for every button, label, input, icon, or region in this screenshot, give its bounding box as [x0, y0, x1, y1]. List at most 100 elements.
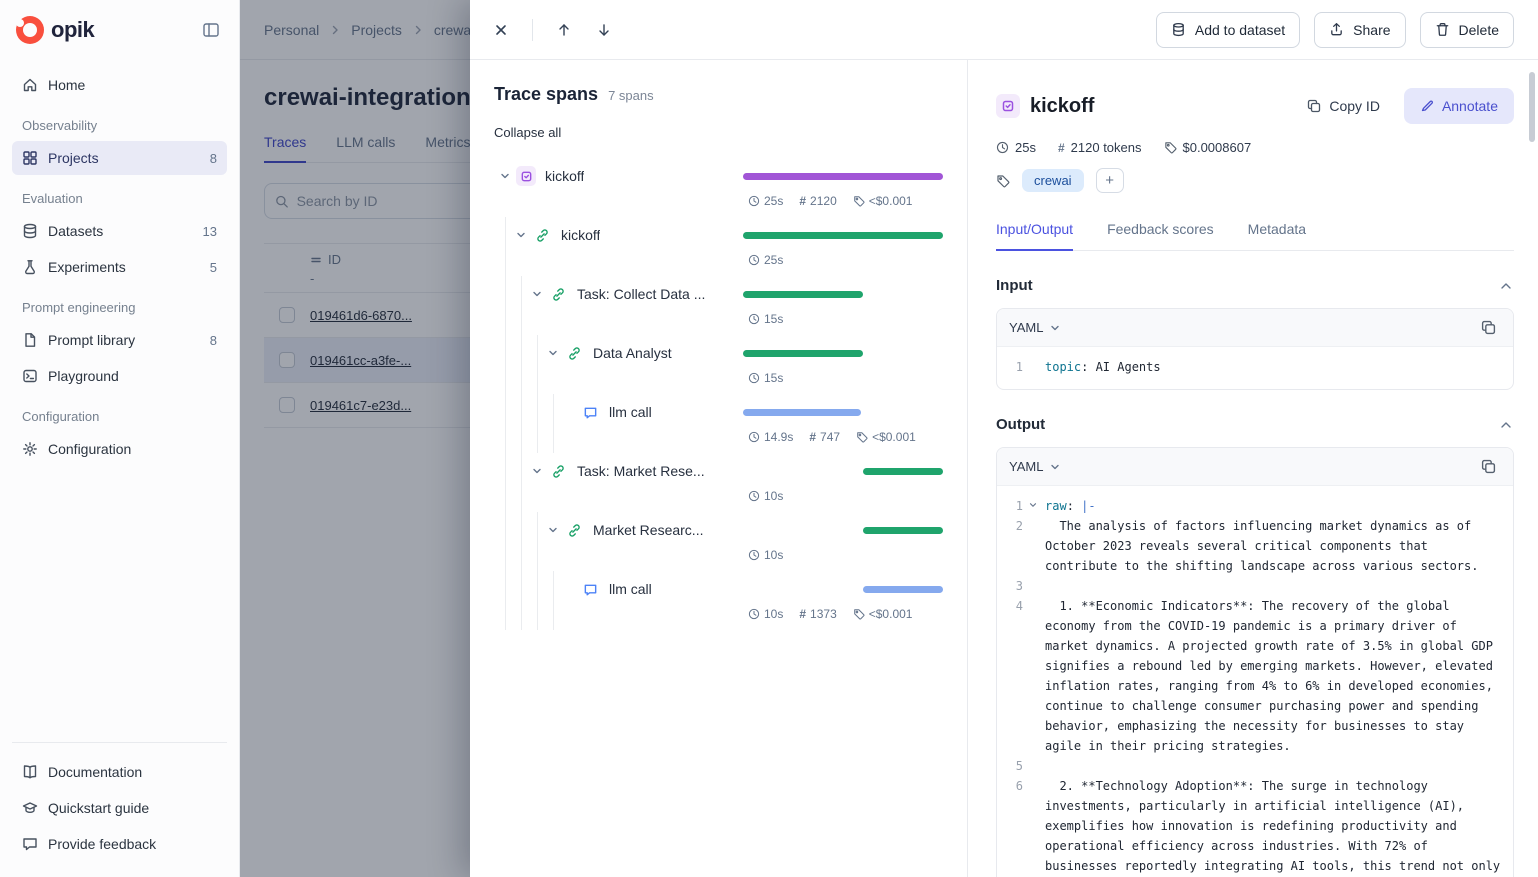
span-metric-hash: #2120 — [799, 194, 836, 208]
chevron-down-icon — [1049, 322, 1061, 334]
experiments-count-badge: 5 — [210, 260, 217, 275]
token-plain: : AI Agents — [1081, 360, 1160, 374]
sidebar-item-prompt-library[interactable]: Prompt library 8 — [12, 323, 227, 357]
sidebar-item-documentation[interactable]: Documentation — [12, 755, 227, 789]
datasets-count-badge: 13 — [203, 224, 217, 239]
sidebar-section-configuration: Configuration — [22, 409, 217, 424]
add-tag-button[interactable]: + — [1096, 168, 1124, 193]
span-expand-chevron-icon[interactable] — [526, 465, 548, 477]
share-button[interactable]: Share — [1314, 12, 1405, 48]
span-expand-chevron-icon[interactable] — [526, 288, 548, 300]
annotate-button[interactable]: Annotate — [1404, 88, 1514, 124]
close-icon[interactable] — [486, 15, 516, 45]
trace-span-row[interactable]: llm call14.9s#747<$0.001 — [494, 394, 943, 453]
span-metric-value: 10s — [764, 607, 783, 621]
sidebar-item-experiments[interactable]: Experiments 5 — [12, 250, 227, 284]
previous-trace-arrow-up-icon[interactable] — [549, 15, 579, 45]
token-ind: |- — [1081, 499, 1095, 513]
span-name: Task: Collect Data ... — [577, 286, 705, 302]
span-metric-clock: 15s — [748, 371, 783, 385]
projects-count-badge: 8 — [210, 151, 217, 166]
span-metric-value: 25s — [764, 253, 783, 267]
code-text: The analysis of factors influencing mark… — [1045, 516, 1501, 576]
sidebar-item-configuration[interactable]: Configuration — [12, 432, 227, 466]
code-gutter: 5 — [1009, 756, 1045, 776]
trace-span-row[interactable]: Task: Collect Data ...15s — [494, 276, 943, 335]
home-icon — [22, 77, 38, 93]
line-number: 3 — [1009, 576, 1023, 596]
span-metrics: 15s — [748, 371, 943, 385]
trace-span-row[interactable]: Task: Market Rese...10s — [494, 453, 943, 512]
copy-input-button[interactable] — [1475, 315, 1501, 341]
tab-input-output[interactable]: Input/Output — [996, 221, 1073, 251]
token-key: raw — [1045, 499, 1067, 513]
span-row-line: kickoff — [494, 163, 943, 189]
span-row-line: kickoff — [494, 222, 943, 248]
trace-span-row[interactable]: Market Researc...10s — [494, 512, 943, 571]
opik-logo-icon — [16, 16, 44, 44]
code-gutter: 4 — [1009, 596, 1045, 616]
span-expand-chevron-icon[interactable] — [494, 170, 516, 182]
overlay-topbar: Add to dataset Share Delete — [470, 0, 1538, 60]
sidebar-item-provide-feedback[interactable]: Provide feedback — [12, 827, 227, 861]
sidebar-footer: Documentation Quickstart guide Provide f… — [0, 732, 239, 877]
tab-feedback-scores[interactable]: Feedback scores — [1107, 221, 1214, 250]
scrollbar-thumb[interactable] — [1529, 72, 1535, 142]
collapse-all-button[interactable]: Collapse all — [494, 125, 561, 140]
span-metric-clock: 25s — [748, 253, 783, 267]
book-icon — [22, 764, 38, 780]
sidebar-item-label: Projects — [48, 150, 99, 166]
tag-crewai[interactable]: crewai — [1022, 169, 1084, 192]
tab-metadata[interactable]: Metadata — [1248, 221, 1306, 250]
code-text: 1. **Economic Indicators**: The recovery… — [1045, 596, 1501, 756]
share-icon — [1329, 22, 1344, 37]
span-metrics: 10s — [748, 489, 943, 503]
copy-id-button[interactable]: Copy ID — [1297, 90, 1390, 122]
token-plain: The analysis of factors influencing mark… — [1045, 519, 1479, 573]
code-text: raw: |- — [1045, 496, 1501, 516]
collapse-sidebar-icon[interactable] — [197, 16, 225, 44]
line-number: 1 — [1009, 496, 1023, 516]
span-metric-clock: 10s — [748, 548, 783, 562]
span-metric-value: 15s — [764, 371, 783, 385]
opik-logo[interactable]: opik — [16, 16, 94, 44]
sidebar-item-projects[interactable]: Projects 8 — [12, 141, 227, 175]
code-gutter: 1 — [1009, 357, 1045, 377]
span-duration-bar — [863, 527, 943, 534]
span-duration-bar — [743, 409, 861, 416]
code-gutter: 6 — [1009, 776, 1045, 796]
trace-span-row[interactable]: kickoff 25s — [494, 217, 943, 276]
code-gutter: 1 — [1009, 496, 1045, 516]
sidebar-item-quickstart-guide[interactable]: Quickstart guide — [12, 791, 227, 825]
span-metric-clock: 10s — [748, 607, 783, 621]
sidebar-item-playground[interactable]: Playground — [12, 359, 227, 393]
trace-detail-overlay: Add to dataset Share Delete Trace spans … — [470, 0, 1538, 877]
collapse-output-chevron-up-icon[interactable] — [1498, 417, 1514, 433]
delete-button[interactable]: Delete — [1420, 12, 1514, 48]
sidebar-item-datasets[interactable]: Datasets 13 — [12, 214, 227, 248]
span-expand-chevron-icon[interactable] — [542, 347, 564, 359]
span-metrics: 10s — [748, 548, 943, 562]
line-number: 2 — [1009, 516, 1023, 536]
pencil-icon — [1420, 99, 1434, 113]
trace-spans-count: 7 spans — [608, 88, 654, 103]
detail-scroll-area[interactable]: Input YAML 1topic: AI Agents — [996, 251, 1514, 877]
add-to-dataset-button[interactable]: Add to dataset — [1156, 12, 1300, 48]
trace-span-row[interactable]: kickoff25s#2120<$0.001 — [494, 158, 943, 217]
next-trace-arrow-down-icon[interactable] — [589, 15, 619, 45]
copy-output-button[interactable] — [1475, 454, 1501, 480]
token-plain: 1. **Economic Indicators**: The recovery… — [1045, 599, 1500, 753]
span-expand-chevron-icon[interactable] — [542, 524, 564, 536]
trace-span-row[interactable]: llm call10s#1373<$0.001 — [494, 571, 943, 630]
input-format-select[interactable]: YAML — [1009, 320, 1061, 335]
agent-span-link-icon — [548, 461, 568, 481]
output-format-select[interactable]: YAML — [1009, 459, 1061, 474]
span-metric-cost: <$0.001 — [853, 607, 913, 621]
fold-chevron-down-icon[interactable] — [1023, 496, 1043, 510]
span-expand-chevron-icon[interactable] — [510, 229, 532, 241]
collapse-input-chevron-up-icon[interactable] — [1498, 278, 1514, 294]
cost-stat: $0.0008607 — [1164, 140, 1252, 155]
trace-span-row[interactable]: Data Analyst15s — [494, 335, 943, 394]
sidebar-item-home[interactable]: Home — [12, 68, 227, 102]
graduation-cap-icon — [22, 800, 38, 816]
